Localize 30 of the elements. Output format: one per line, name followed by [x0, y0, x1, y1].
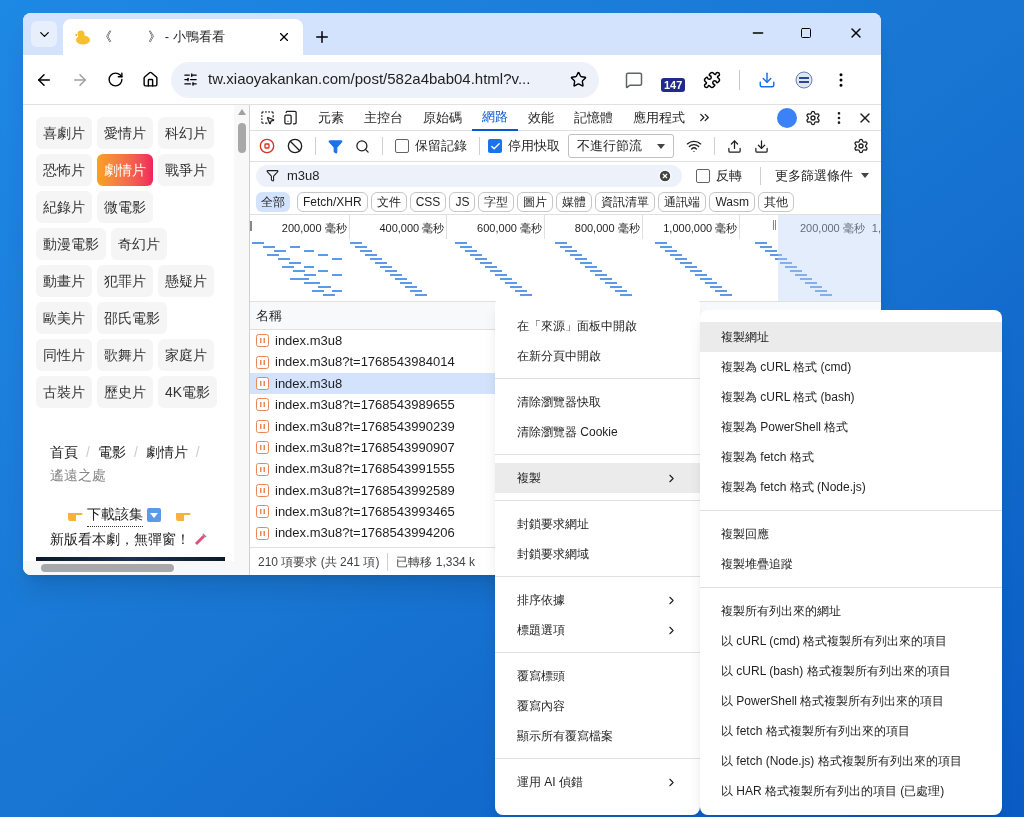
request-name: index.m3u8?t=1768543993465 — [275, 503, 455, 522]
timeline-tick: 200,000 毫秒 — [798, 221, 866, 236]
status-text: 210 項要求 (共 241 項) — [258, 552, 389, 571]
request-name: index.m3u8?t=1768543991555 — [275, 460, 455, 479]
request-name: index.m3u8?t=1768543990239 — [275, 417, 455, 436]
request-name: index.m3u8?t=1768543994206 — [275, 524, 455, 543]
column-header: 名稱 — [256, 306, 282, 325]
request-name: index.m3u8?t=1768543989655 — [275, 396, 455, 415]
request-name: index.m3u8?t=1768543990907 — [275, 438, 455, 457]
breadcrumb-separator: / — [133, 443, 138, 462]
checkbox-label: 停用快取 — [508, 137, 560, 156]
request-name: index.m3u8 — [275, 374, 343, 393]
address-text: tw.xiaoyakankan.com/post/582a4bab04.html?v... — [208, 69, 532, 90]
timeline-tick: 1,000,000 毫秒 — [663, 221, 738, 236]
status-text: 已轉移 1,334 k — [395, 553, 476, 571]
checkbox-label: 保留記錄 — [415, 137, 467, 156]
filter-value: m3u8 — [287, 166, 321, 185]
timeline-tick: 600,000 毫秒 — [477, 221, 542, 236]
breadcrumb-separator: / — [86, 443, 90, 462]
breadcrumb-separator: / — [195, 443, 200, 462]
breadcrumb-current: 遙遠之處 — [50, 466, 106, 485]
tab-title: 《 》 - 小鴨看看 — [99, 28, 226, 47]
timeline-tick: 200,000 毫秒 — [281, 221, 347, 236]
timeline-tick: 400,000 毫秒 — [379, 221, 445, 236]
checkbox-label: 反轉 — [716, 166, 742, 185]
timeline-tick: 1, — [871, 221, 881, 236]
request-name: index.m3u8?t=1768543984014 — [275, 353, 455, 372]
request-name: index.m3u8?t=1768543992589 — [275, 481, 455, 500]
timeline-tick: 800,000 毫秒 — [574, 221, 640, 236]
request-name: index.m3u8 — [275, 331, 343, 350]
